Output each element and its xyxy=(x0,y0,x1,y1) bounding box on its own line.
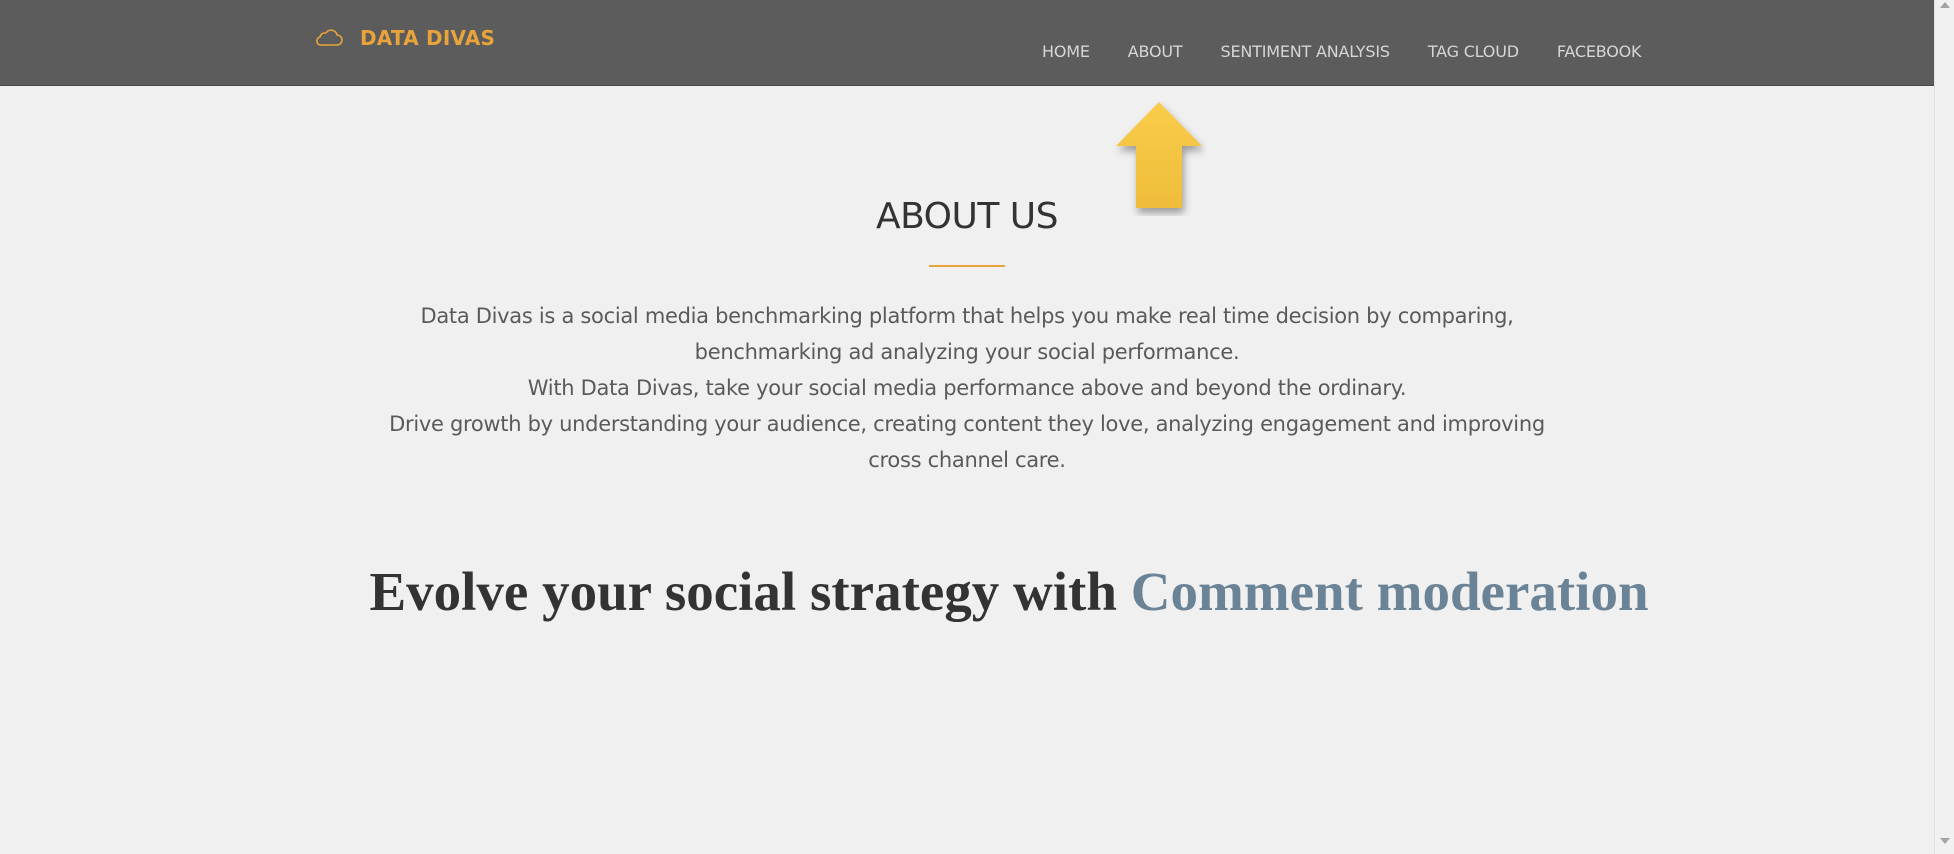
about-title: ABOUT US xyxy=(875,196,1059,237)
about-description: Data Divas is a social media benchmarkin… xyxy=(367,298,1567,478)
tagline-highlight: Comment moderation xyxy=(1130,561,1649,622)
about-paragraph: Drive growth by understanding your audie… xyxy=(389,412,1545,472)
nav-tag-cloud-link[interactable]: TAG CLOUD xyxy=(1428,41,1519,63)
nav-about-link[interactable]: ABOUT xyxy=(1128,41,1183,63)
brand-link[interactable]: DATA DIVAS xyxy=(314,24,495,52)
nav-facebook-link[interactable]: FACEBOOK xyxy=(1557,41,1642,63)
cloud-icon xyxy=(314,25,344,51)
nav-sentiment-analysis-link[interactable]: SENTIMENT ANALYSIS xyxy=(1220,41,1390,63)
tagline-prefix: Evolve your social strategy with xyxy=(369,561,1117,622)
scroll-down-icon[interactable] xyxy=(1940,838,1950,844)
vertical-scrollbar[interactable] xyxy=(1934,0,1954,854)
page: DATA DIVAS HOME ABOUT SENTIMENT ANALYSIS… xyxy=(0,0,1954,854)
title-divider xyxy=(929,265,1005,267)
about-paragraph: Data Divas is a social media benchmarkin… xyxy=(420,304,1514,364)
nav-menu: HOME ABOUT SENTIMENT ANALYSIS TAG CLOUD … xyxy=(1042,41,1642,63)
nav-home-link[interactable]: HOME xyxy=(1042,41,1090,63)
brand-name: DATA DIVAS xyxy=(360,26,496,50)
scroll-up-icon[interactable] xyxy=(1940,2,1950,8)
navbar: DATA DIVAS HOME ABOUT SENTIMENT ANALYSIS… xyxy=(0,0,1934,86)
about-paragraph: With Data Divas, take your social media … xyxy=(527,376,1407,400)
tagline-heading: Evolve your social strategy with Comment… xyxy=(0,560,1954,623)
